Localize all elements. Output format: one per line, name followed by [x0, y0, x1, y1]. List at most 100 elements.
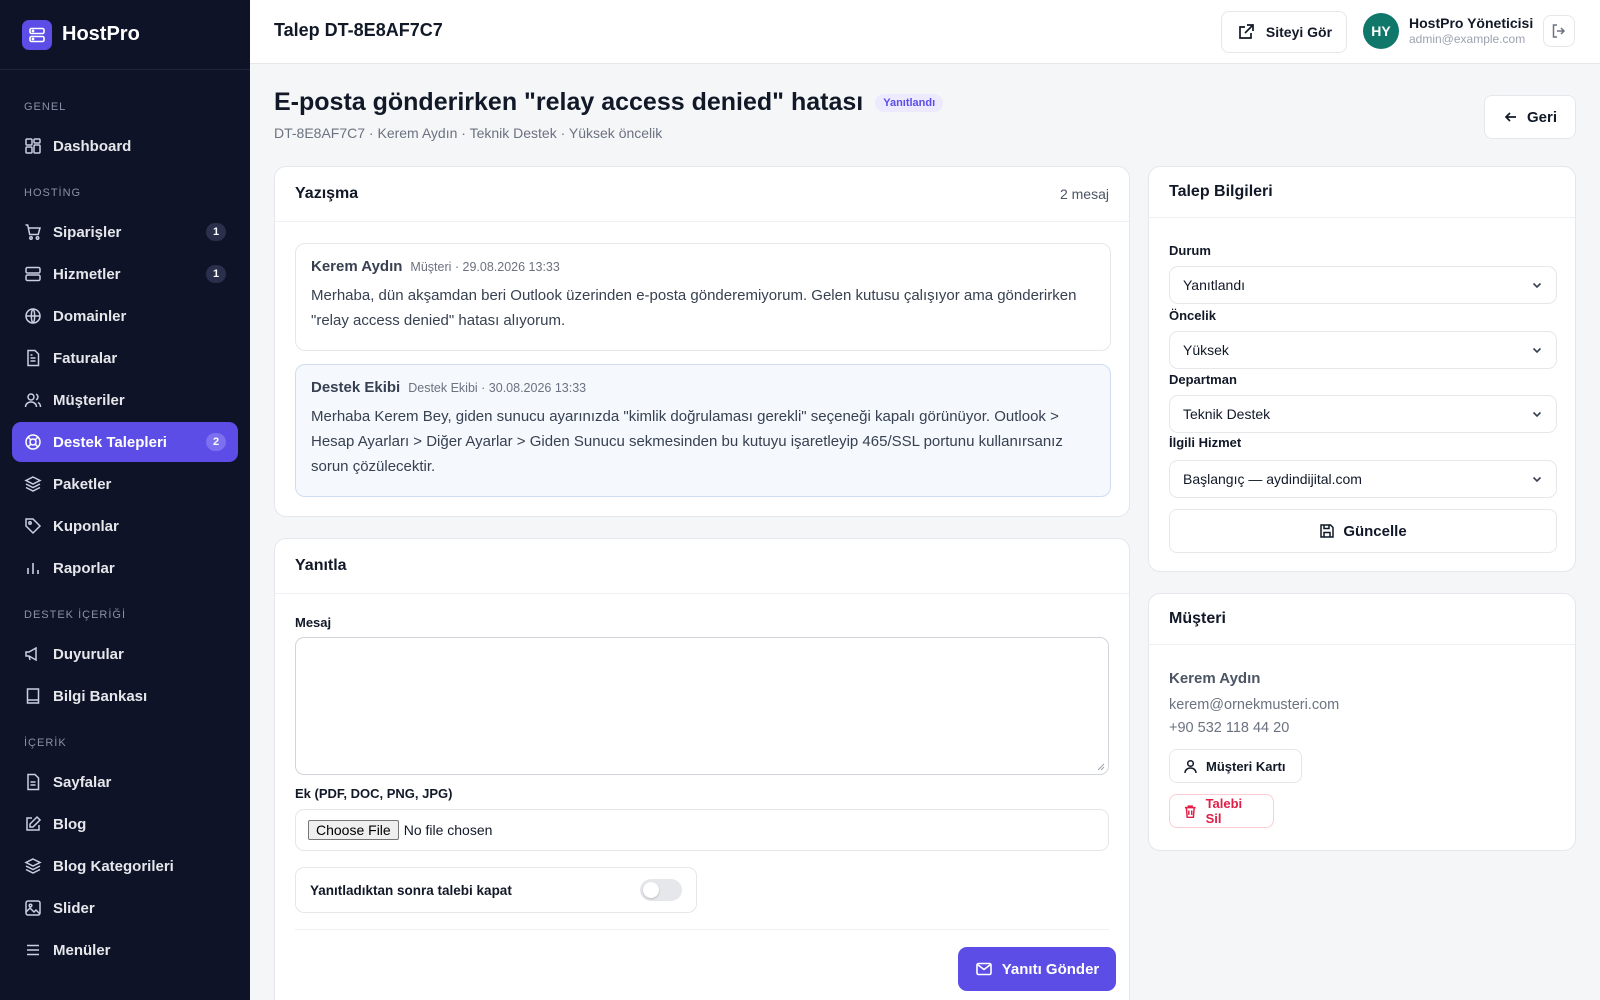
server-logo-icon	[22, 19, 52, 50]
divider	[295, 929, 1109, 930]
sidebar-item-label: Müşteriler	[53, 391, 125, 409]
sidebar-item-label: Domainler	[53, 307, 127, 325]
customer-header: Müşteri	[1149, 594, 1575, 645]
status-value: Yanıtlandı	[1183, 277, 1246, 293]
sidebar-item-kuponlar[interactable]: Kuponlar	[12, 506, 238, 546]
sidebar-item-label: Blog Kategorileri	[53, 857, 174, 875]
user-icon	[1184, 759, 1197, 773]
back-button[interactable]: Geri	[1484, 95, 1576, 139]
sidebar-item-bilgi-bankasi[interactable]: Bilgi Bankası	[12, 676, 238, 716]
sidebar-item-label: Destek Talepleri	[53, 433, 167, 451]
status-label: Durum	[1169, 243, 1211, 258]
conversation-title: Yazışma	[295, 185, 359, 202]
message-staff: Destek Ekibi Destek Ekibi · 30.08.2026 1…	[295, 364, 1111, 497]
update-button[interactable]: Güncelle	[1169, 509, 1557, 553]
sidebar-item-slider[interactable]: Slider	[12, 888, 238, 928]
customer-phone: +90 532 118 44 20	[1169, 720, 1290, 736]
logout-button[interactable]	[1543, 15, 1575, 47]
ticket-info-title: Talep Bilgileri	[1169, 183, 1273, 200]
service-label: İlgili Hizmet	[1169, 435, 1242, 450]
ticket-meta: DT-8E8AF7C7 · Kerem Aydın · Teknik Deste…	[274, 125, 663, 141]
sidebar-item-label: Hizmetler	[53, 265, 121, 283]
sidebar-item-menuler[interactable]: Menüler	[12, 930, 238, 970]
avatar[interactable]: HY	[1363, 13, 1399, 49]
send-reply-label: Yanıtı Gönder	[1001, 960, 1100, 978]
service-select[interactable]: Başlangıç — aydindijital.com	[1169, 460, 1557, 498]
chevron-down-icon	[1532, 411, 1542, 418]
sidebar-item-raporlar[interactable]: Raporlar	[12, 548, 238, 588]
conversation-header: Yazışma 2 mesaj	[275, 167, 1129, 222]
reply-card: Yanıtla Mesaj Ek (PDF, DOC, PNG, JPG) Ch…	[274, 538, 1130, 1000]
view-site-label: Siteyi Gör	[1265, 24, 1333, 40]
priority-select[interactable]: Yüksek	[1169, 331, 1557, 369]
file-icon	[24, 773, 42, 791]
logout-icon	[1552, 24, 1566, 38]
service-value: Başlangıç — aydindijital.com	[1183, 471, 1362, 487]
external-link-icon	[1239, 24, 1254, 39]
back-label: Geri	[1526, 108, 1557, 126]
sidebar-item-label: Slider	[53, 899, 95, 917]
department-value: Teknik Destek	[1183, 406, 1271, 422]
sidebar-item-sayfalar[interactable]: Sayfalar	[12, 762, 238, 802]
choose-file-button[interactable]: Choose File	[308, 820, 399, 840]
sidebar-item-label: Blog	[53, 815, 87, 833]
count-badge: 1	[206, 265, 226, 283]
bar-chart-icon	[24, 559, 42, 577]
status-badge: Yanıtlandı	[875, 93, 944, 112]
user-name: HostPro Yöneticisi	[1409, 15, 1534, 31]
message-meta: Müşteri · 29.08.2026 13:33	[410, 260, 560, 274]
customer-card-button[interactable]: Müşteri Kartı	[1169, 749, 1302, 783]
send-reply-button[interactable]: Yanıtı Gönder	[958, 947, 1116, 991]
close-after-reply-toggle[interactable]	[640, 879, 682, 901]
sidebar-item-blog-kategorileri[interactable]: Blog Kategorileri	[12, 846, 238, 886]
resize-handle-icon	[1097, 763, 1105, 771]
ticket-title: E-posta gönderirken "relay access denied…	[274, 88, 944, 117]
sidebar-item-destek-talepleri[interactable]: Destek Talepleri 2	[12, 422, 238, 462]
edit-icon	[24, 815, 42, 833]
globe-icon	[24, 307, 42, 325]
customer-card: Müşteri Kerem Aydın kerem@ornekmusteri.c…	[1148, 593, 1576, 851]
department-label: Departman	[1169, 372, 1237, 387]
dashboard-icon	[24, 137, 42, 155]
layers-icon	[24, 857, 42, 875]
message-body: Merhaba Kerem Bey, giden sunucu ayarınız…	[311, 408, 1063, 475]
sidebar-item-musteriler[interactable]: Müşteriler	[12, 380, 238, 420]
sidebar-item-duyurular[interactable]: Duyurular	[12, 634, 238, 674]
chevron-down-icon	[1532, 347, 1542, 354]
delete-ticket-button[interactable]: Talebi Sil	[1169, 794, 1274, 828]
customer-name: Kerem Aydın	[1169, 670, 1261, 687]
sidebar-item-label: Dashboard	[53, 137, 132, 155]
message-textarea[interactable]	[295, 637, 1109, 775]
brand[interactable]: HostPro	[0, 0, 250, 70]
sidebar-item-label: Siparişler	[53, 223, 122, 241]
department-select[interactable]: Teknik Destek	[1169, 395, 1557, 433]
sidebar-item-dashboard[interactable]: Dashboard	[12, 126, 238, 166]
view-site-button[interactable]: Siteyi Gör	[1221, 11, 1347, 53]
megaphone-icon	[24, 645, 42, 663]
nav-section-destek-icerigi: DESTEK İÇERİĞİ	[24, 609, 127, 621]
sidebar-item-blog[interactable]: Blog	[12, 804, 238, 844]
attachment-input[interactable]: Choose File No file chosen	[295, 809, 1109, 851]
sidebar-item-hizmetler[interactable]: Hizmetler 1	[12, 254, 238, 294]
users-icon	[24, 391, 42, 409]
sidebar-item-label: Bilgi Bankası	[53, 687, 148, 705]
reply-title: Yanıtla	[295, 557, 347, 574]
status-select[interactable]: Yanıtlandı	[1169, 266, 1557, 304]
sidebar-item-label: Paketler	[53, 475, 112, 493]
sidebar-item-label: Raporlar	[53, 559, 115, 577]
image-icon	[24, 899, 42, 917]
brand-name: HostPro	[62, 23, 140, 45]
sidebar-item-paketler[interactable]: Paketler	[12, 464, 238, 504]
message-count: 2 mesaj	[1059, 186, 1109, 202]
message-author: Kerem Aydın	[311, 258, 403, 275]
sidebar-item-faturalar[interactable]: Faturalar	[12, 338, 238, 378]
sidebar-item-siparisler[interactable]: Siparişler 1	[12, 212, 238, 252]
sidebar-item-label: Menüler	[53, 941, 111, 959]
user-email: admin@example.com	[1409, 32, 1526, 46]
ticket-info-card: Talep Bilgileri Durum Yanıtlandı Öncelik…	[1148, 166, 1576, 572]
message-meta: Destek Ekibi · 30.08.2026 13:33	[408, 381, 587, 395]
priority-value: Yüksek	[1183, 342, 1229, 358]
sidebar-item-domainler[interactable]: Domainler	[12, 296, 238, 336]
save-icon	[1320, 524, 1335, 538]
book-icon	[24, 687, 42, 705]
